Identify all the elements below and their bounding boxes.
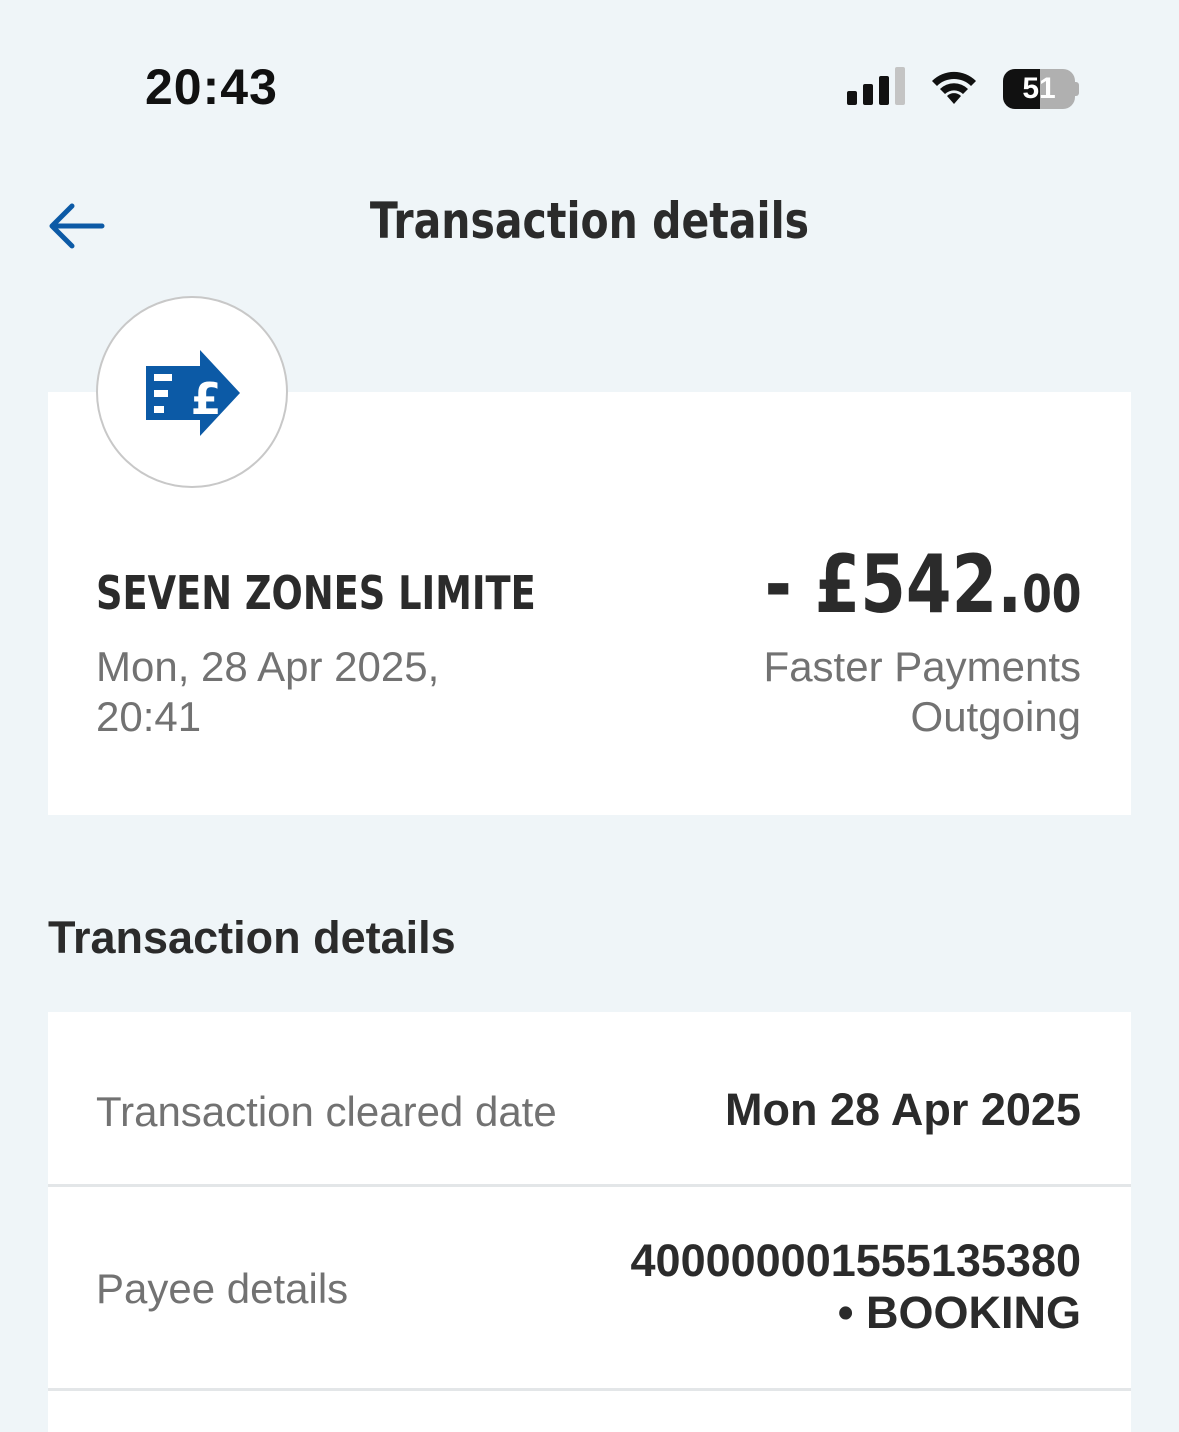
svg-text:£: £ — [191, 374, 222, 425]
detail-label: Payee details — [96, 1265, 349, 1312]
status-time: 20:43 — [145, 59, 278, 115]
faster-payment-pound-icon: £ — [146, 350, 240, 436]
section-heading: Transaction details — [48, 912, 456, 963]
payee-reference: 400000001555135380 — [630, 1235, 1081, 1286]
amount-pence: 00 — [1021, 565, 1081, 625]
payment-type: Faster Payments Outgoing — [661, 642, 1081, 742]
page-title: Transaction details — [369, 192, 810, 250]
payment-method: Faster Payments — [763, 643, 1081, 690]
amount-pounds: - £542. — [764, 538, 1022, 631]
merchant-icon-badge: £ — [96, 296, 288, 488]
signal-icon — [847, 67, 905, 110]
status-icons: 51 — [847, 66, 1079, 111]
battery-level: 51 — [1022, 71, 1056, 105]
detail-row-payee: Payee details 400000001555135380 • BOOKI… — [48, 1187, 1131, 1391]
back-button[interactable] — [44, 198, 108, 254]
detail-label: Transaction cleared date — [96, 1088, 557, 1135]
payee-name: • BOOKING — [837, 1287, 1081, 1338]
transaction-date: Mon, 28 Apr 2025, — [96, 643, 440, 690]
transaction-amount: - £542.00 — [764, 538, 1081, 631]
transaction-datetime: Mon, 28 Apr 2025, 20:41 — [96, 642, 516, 742]
merchant-name: SEVEN ZONES LIMITE — [96, 566, 536, 620]
detail-value: Mon 28 Apr 2025 — [725, 1084, 1081, 1135]
details-card: Transaction cleared date Mon 28 Apr 2025… — [48, 1012, 1131, 1432]
detail-row-cleared-date: Transaction cleared date Mon 28 Apr 2025 — [48, 1012, 1131, 1187]
transaction-time: 20:41 — [96, 693, 202, 740]
wifi-icon — [927, 66, 981, 111]
detail-value: 400000001555135380 • BOOKING — [481, 1235, 1081, 1339]
battery-icon: 51 — [1003, 68, 1079, 109]
arrow-left-icon — [49, 203, 105, 249]
payment-direction: Outgoing — [910, 693, 1081, 740]
